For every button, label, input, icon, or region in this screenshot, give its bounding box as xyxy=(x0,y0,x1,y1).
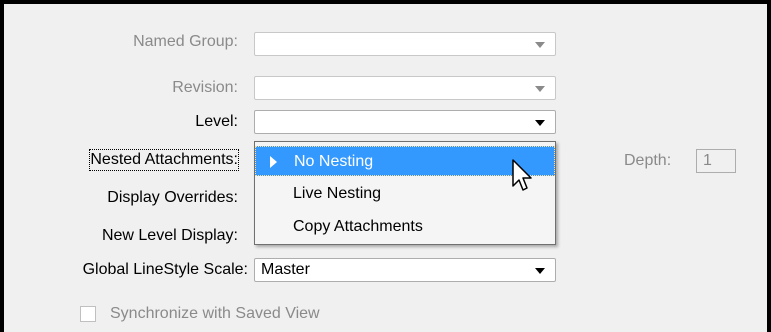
level-combo[interactable] xyxy=(254,110,556,134)
arrow-pointer-icon xyxy=(512,159,532,191)
depth-value: 1 xyxy=(703,152,712,169)
named-group-combo[interactable] xyxy=(254,32,556,56)
nested-attachments-label: Nested Attachments: xyxy=(89,149,239,171)
named-group-label: Named Group: xyxy=(133,33,238,50)
option-label: Copy Attachments xyxy=(293,218,423,235)
depth-label: Depth: xyxy=(624,152,672,169)
chevron-down-icon xyxy=(535,268,545,274)
option-copy-attachments[interactable]: Copy Attachments xyxy=(255,212,555,242)
synchronize-checkbox[interactable] xyxy=(80,306,96,322)
option-no-nesting[interactable]: No Nesting xyxy=(255,146,555,176)
revision-label: Revision: xyxy=(172,79,238,96)
synchronize-checkbox-label: Synchronize with Saved View xyxy=(110,305,320,322)
display-overrides-label: Display Overrides: xyxy=(107,189,238,206)
option-live-nesting[interactable]: Live Nesting xyxy=(255,179,555,209)
depth-input[interactable]: 1 xyxy=(696,149,736,173)
chevron-down-icon xyxy=(535,120,545,126)
revision-combo[interactable] xyxy=(254,76,556,100)
triangle-right-icon xyxy=(270,156,277,168)
chevron-down-icon xyxy=(535,86,545,92)
global-linestyle-scale-value: Master xyxy=(261,261,310,278)
global-linestyle-scale-label: Global LineStyle Scale: xyxy=(82,261,248,278)
option-label: No Nesting xyxy=(294,153,374,170)
new-level-display-label: New Level Display: xyxy=(101,227,238,244)
option-label: Live Nesting xyxy=(293,185,382,202)
level-label: Level: xyxy=(195,113,238,130)
global-linestyle-scale-combo[interactable]: Master xyxy=(254,258,556,282)
chevron-down-icon xyxy=(535,42,545,48)
